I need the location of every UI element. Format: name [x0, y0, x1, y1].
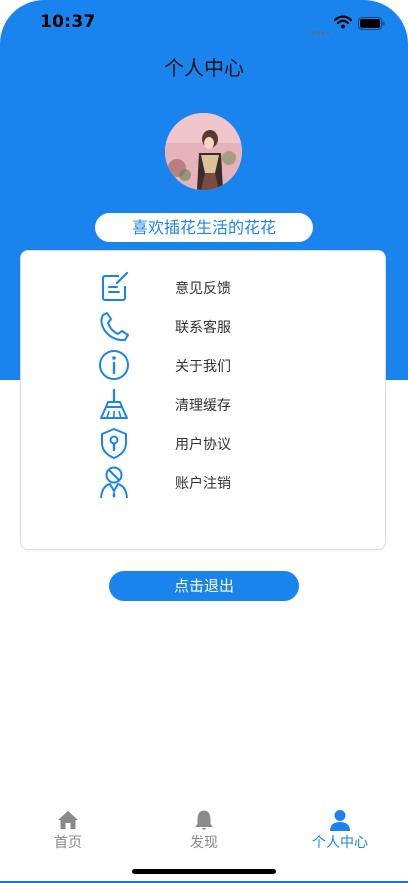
page-title: 个人中心 [164, 56, 244, 80]
phone-icon [97, 309, 131, 343]
tab-home[interactable]: 首页 [0, 800, 136, 860]
status-time: 10:37 [40, 12, 96, 32]
menu-item-label: 联系客服 [175, 320, 231, 336]
wifi-icon [333, 14, 353, 33]
tab-label: 首页 [54, 835, 82, 851]
menu-item-user-agreement[interactable]: 用户协议 [21, 424, 387, 462]
menu-item-about-us[interactable]: 关于我们 [21, 346, 387, 384]
tab-profile[interactable]: 个人中心 [272, 800, 408, 860]
home-icon [56, 808, 80, 832]
menu-item-delete-account[interactable]: 账户注销 [21, 463, 387, 501]
menu-card: 意见反馈 联系客服 关于我们 清理缓存 用户协议 账户注销 [20, 250, 386, 550]
logout-button[interactable]: 点击退出 [109, 571, 299, 601]
menu-item-label: 用户协议 [175, 437, 231, 453]
username: 喜欢插花生活的花花 [95, 213, 313, 242]
bell-icon [192, 808, 216, 832]
info-icon [97, 348, 131, 382]
menu-item-contact-service[interactable]: 联系客服 [21, 307, 387, 345]
battery-icon [358, 15, 385, 34]
broom-icon [97, 387, 131, 421]
menu-item-label: 清理缓存 [175, 398, 231, 414]
user-cancel-icon [97, 465, 131, 499]
shield-keyhole-icon [97, 426, 131, 460]
tab-bar: 首页 发现 个人中心 [0, 800, 408, 860]
menu-item-label: 意见反馈 [175, 281, 231, 297]
menu-item-feedback[interactable]: 意见反馈 [21, 268, 387, 306]
tab-label: 发现 [190, 835, 218, 851]
tab-label: 个人中心 [312, 835, 368, 851]
tab-discover[interactable]: 发现 [136, 800, 272, 860]
menu-item-label: 关于我们 [175, 359, 231, 375]
menu-item-clear-cache[interactable]: 清理缓存 [21, 385, 387, 423]
home-indicator [132, 869, 276, 874]
menu-item-label: 账户注销 [175, 476, 231, 492]
person-icon [328, 808, 352, 832]
signal-icon [311, 20, 330, 39]
edit-note-icon [97, 270, 131, 304]
status-bar: 10:37 [0, 0, 408, 44]
avatar[interactable] [165, 113, 242, 190]
